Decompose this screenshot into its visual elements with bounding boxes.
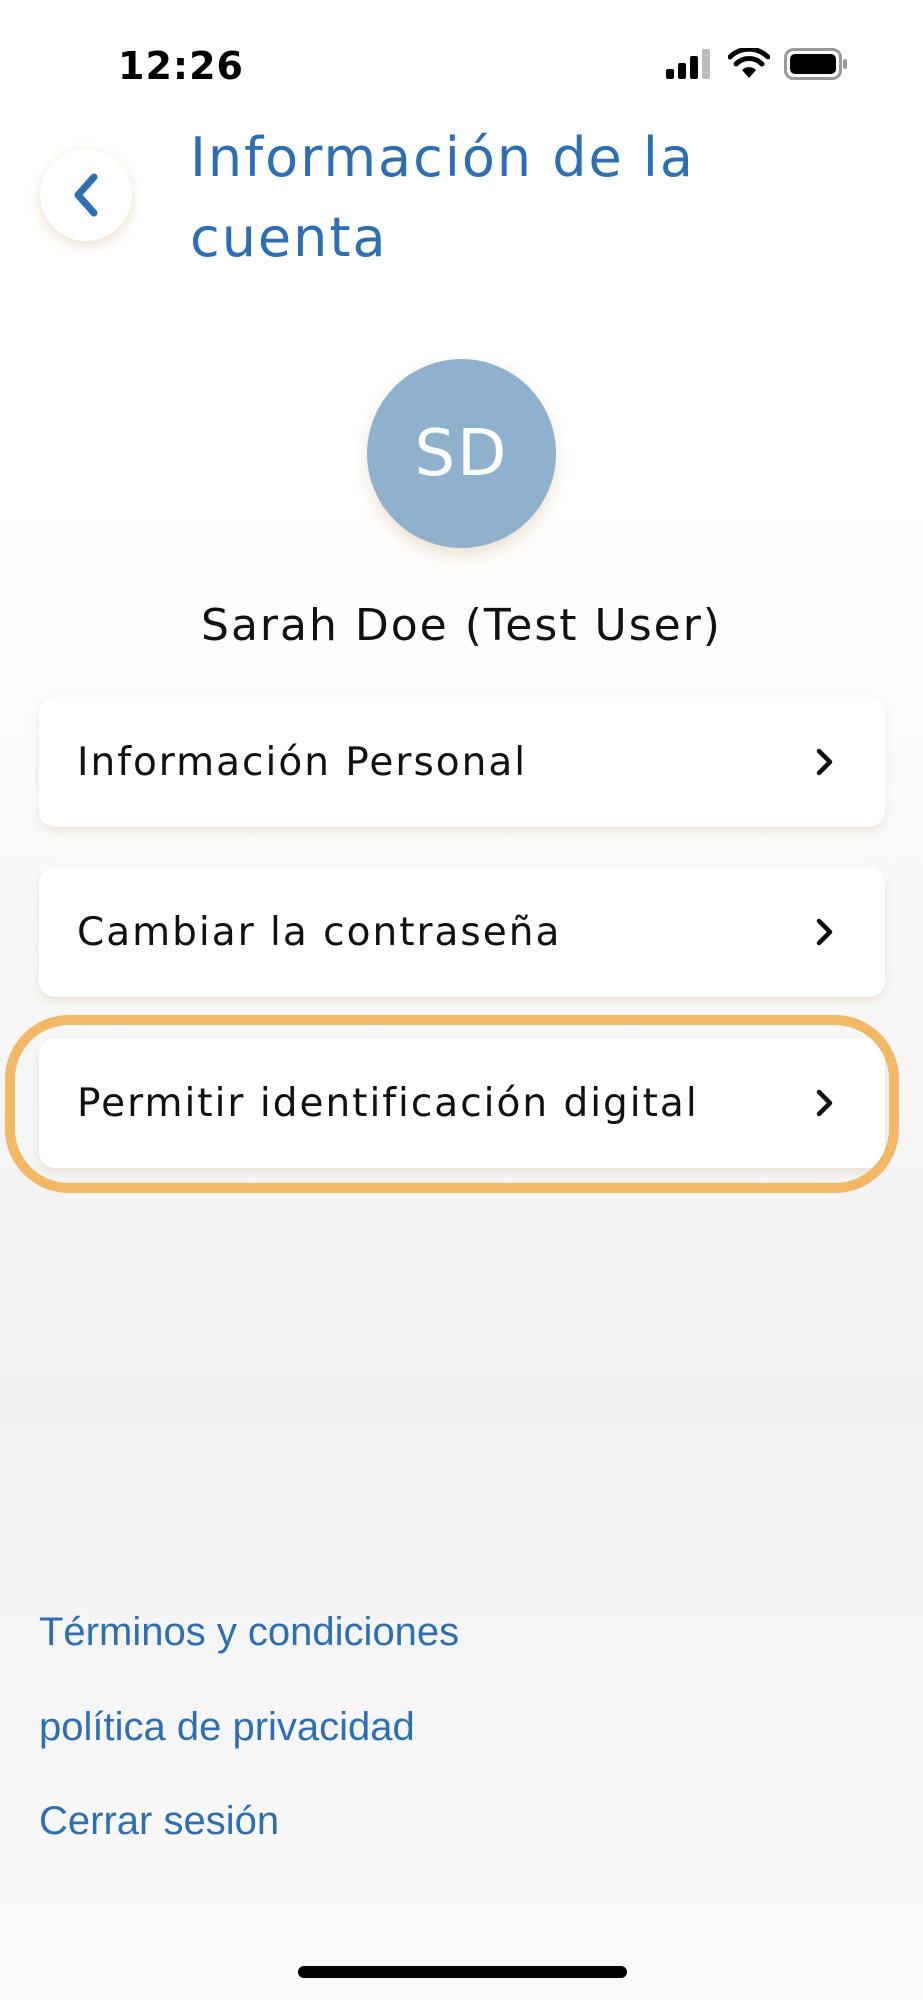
status-icons [666, 48, 848, 80]
terms-link[interactable]: Términos y condiciones [39, 1610, 459, 1655]
cellular-signal-icon [666, 49, 710, 79]
status-bar: 12:26 [0, 0, 923, 120]
menu-item-change-password[interactable]: Cambiar la contraseña [39, 867, 885, 997]
status-time: 12:26 [118, 44, 244, 88]
avatar: SD [367, 359, 556, 548]
menu-item-label: Permitir identificación digital [77, 1080, 699, 1126]
chevron-left-icon [74, 173, 98, 217]
page-title: Información de la cuenta [190, 126, 696, 269]
battery-icon [784, 48, 847, 80]
chevron-right-icon [816, 918, 833, 946]
avatar-initials: SD [414, 416, 509, 491]
privacy-link[interactable]: política de privacidad [39, 1705, 415, 1750]
wifi-icon [728, 48, 770, 78]
back-button[interactable] [40, 149, 132, 241]
menu-item-personal-info[interactable]: Información Personal [39, 697, 885, 827]
menu-item-label: Cambiar la contraseña [77, 909, 562, 955]
menu-item-label: Información Personal [77, 739, 528, 785]
chevron-right-icon [816, 748, 833, 776]
user-name: Sarah Doe (Test User) [201, 600, 722, 651]
chevron-right-icon [816, 1089, 833, 1117]
home-indicator[interactable] [298, 1966, 627, 1978]
logout-link[interactable]: Cerrar sesión [39, 1799, 279, 1844]
menu-item-digital-id[interactable]: Permitir identificación digital [39, 1038, 885, 1168]
